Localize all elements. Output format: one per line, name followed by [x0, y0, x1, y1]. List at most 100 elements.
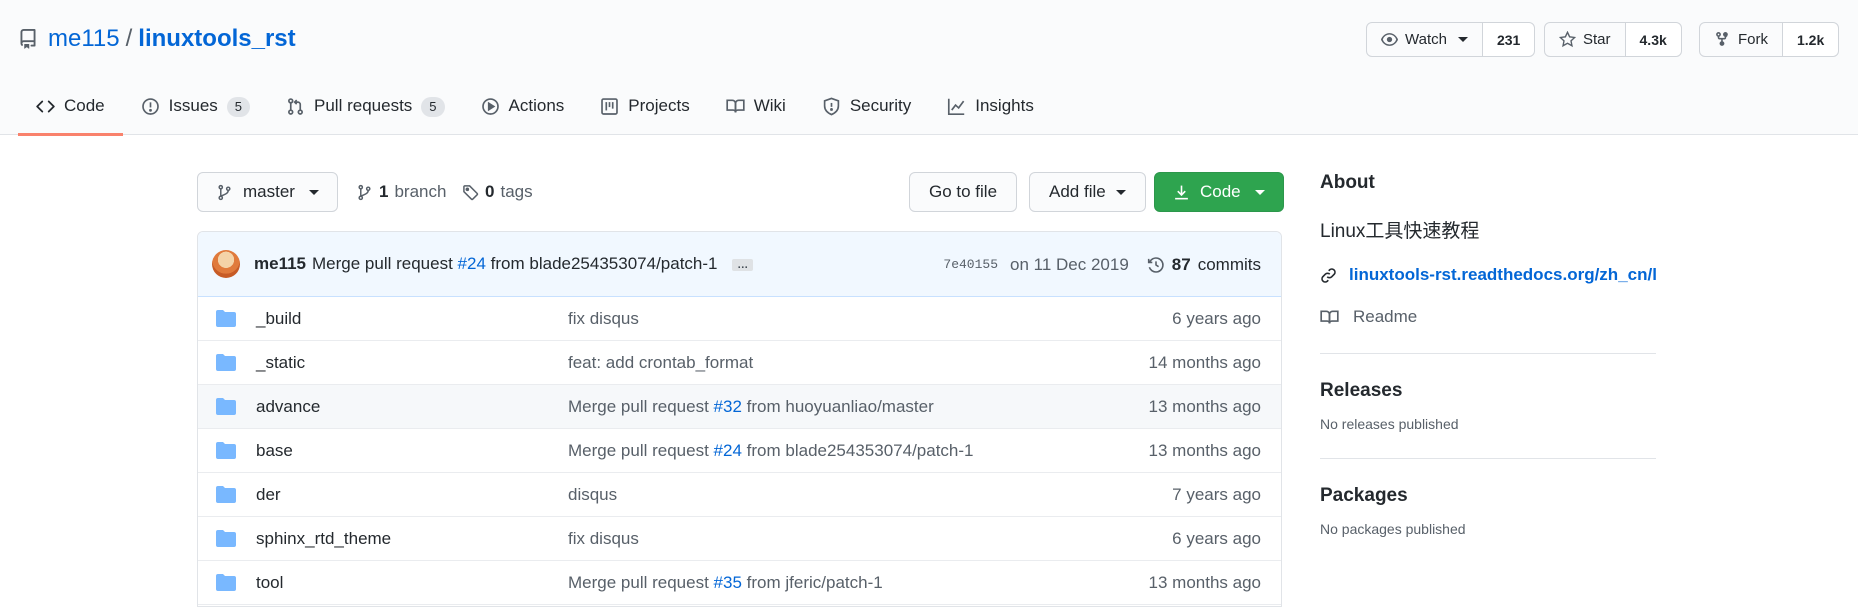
table-row[interactable]: base Merge pull request #24 from blade25… — [198, 429, 1281, 473]
folder-icon — [216, 530, 236, 547]
readme-link[interactable]: Readme — [1320, 307, 1656, 327]
commit-author[interactable]: me115 — [254, 254, 306, 274]
repo-icon — [20, 29, 36, 49]
file-commit-message[interactable]: fix disqus — [568, 309, 639, 329]
add-file-button[interactable]: Add file — [1029, 172, 1146, 212]
file-name[interactable]: base — [256, 441, 293, 461]
tags-link[interactable]: 0 tags — [462, 172, 533, 212]
packages-empty-text: No packages published — [1320, 521, 1466, 537]
issues-count-badge: 5 — [226, 97, 251, 117]
file-name[interactable]: _build — [256, 309, 301, 329]
table-row[interactable]: sphinx_rtd_theme fix disqus 6 years ago — [198, 517, 1281, 561]
tab-pull-requests[interactable]: Pull requests 5 — [268, 84, 463, 135]
table-row[interactable]: tool Merge pull request #35 from jferic/… — [198, 561, 1281, 605]
git-pull-request-icon — [288, 98, 303, 115]
file-commit-message: Merge pull request #35 from jferic/patch… — [568, 573, 883, 593]
branches-link[interactable]: 1 branch — [356, 172, 446, 212]
repo-sidebar: About Linux工具快速教程 linuxtools-rst.readthe… — [1320, 172, 1656, 537]
table-row[interactable]: _static feat: add crontab_format 14 mont… — [198, 341, 1281, 385]
watch-button[interactable]: Watch — [1367, 23, 1482, 56]
commit-pr-link[interactable]: #24 — [458, 254, 486, 273]
repo-title: me115 / linuxtools_rst — [18, 24, 296, 54]
packages-heading[interactable]: Packages — [1320, 485, 1656, 507]
eye-icon — [1381, 33, 1398, 46]
git-branch-icon — [218, 184, 231, 200]
tab-issues[interactable]: Issues 5 — [123, 84, 268, 135]
repo-nav: Code Issues 5 Pull requests 5 Actions Pr… — [18, 84, 1052, 136]
code-button-label: Code — [1200, 182, 1241, 201]
tab-insights[interactable]: Insights — [929, 84, 1052, 135]
repo-forked-icon — [1716, 32, 1728, 46]
homepage-link[interactable]: linuxtools-rst.readthedocs.org/zh_cn/l..… — [1320, 265, 1656, 285]
go-to-file-button[interactable]: Go to file — [909, 172, 1018, 212]
branch-name: master — [243, 182, 295, 201]
tab-label: Code — [64, 96, 105, 115]
about-heading: About — [1320, 172, 1375, 193]
folder-icon — [216, 486, 236, 503]
commit-message-prefix[interactable]: Merge pull request — [312, 254, 453, 273]
tab-code[interactable]: Code — [18, 84, 123, 136]
code-download-button[interactable]: Code — [1154, 172, 1284, 212]
folder-icon — [216, 310, 236, 327]
file-name[interactable]: der — [256, 485, 281, 505]
file-commit-message: Merge pull request #32 from huoyuanliao/… — [568, 397, 934, 417]
file-name[interactable]: _static — [256, 353, 305, 373]
commit-date[interactable]: on 11 Dec 2019 — [1010, 255, 1129, 275]
file-commit-message[interactable]: fix disqus — [568, 529, 639, 549]
commit-meta: 7e40155 on 11 Dec 2019 87 commits — [943, 232, 1261, 297]
file-commit-pr-link[interactable]: #35 — [714, 573, 742, 592]
fork-button[interactable]: Fork — [1700, 23, 1782, 56]
branch-select-button[interactable]: master — [197, 172, 338, 212]
file-commit-message-suffix[interactable]: from blade254353074/patch-1 — [747, 441, 974, 460]
file-age: 13 months ago — [1148, 396, 1261, 416]
watch-count[interactable]: 231 — [1481, 23, 1535, 56]
commit-sha[interactable]: 7e40155 — [943, 257, 998, 272]
tab-actions[interactable]: Actions — [463, 84, 583, 135]
file-commit-message[interactable]: feat: add crontab_format — [568, 353, 753, 373]
folder-icon — [216, 354, 236, 371]
avatar[interactable] — [212, 250, 240, 278]
file-name[interactable]: advance — [256, 397, 320, 417]
fork-group: Fork 1.2k — [1699, 22, 1840, 57]
file-name[interactable]: sphinx_rtd_theme — [256, 529, 391, 549]
sidebar-divider — [1320, 353, 1656, 354]
project-icon — [601, 98, 619, 115]
file-commit-pr-link[interactable]: #32 — [714, 397, 742, 416]
repo-owner-link[interactable]: me115 — [48, 25, 120, 53]
file-commit-message-suffix[interactable]: from jferic/patch-1 — [747, 573, 883, 592]
star-count[interactable]: 4.3k — [1624, 23, 1681, 56]
repo-name-link[interactable]: linuxtools_rst — [138, 25, 295, 53]
file-commit-message-prefix[interactable]: Merge pull request — [568, 441, 709, 460]
folder-icon — [216, 442, 236, 459]
commits-link[interactable]: 87 commits — [1147, 255, 1261, 275]
file-commit-message-prefix[interactable]: Merge pull request — [568, 573, 709, 592]
tab-security[interactable]: Security — [804, 84, 929, 135]
file-commit-pr-link[interactable]: #24 — [714, 441, 742, 460]
commit-message-suffix[interactable]: from blade254353074/patch-1 — [491, 254, 718, 273]
star-button[interactable]: Star — [1545, 23, 1625, 56]
latest-commit-bar: me115 Merge pull request #24 from blade2… — [198, 232, 1281, 297]
fork-label: Fork — [1738, 31, 1768, 48]
fork-count[interactable]: 1.2k — [1782, 23, 1839, 56]
issue-opened-icon — [141, 98, 159, 115]
file-commit-message-prefix[interactable]: Merge pull request — [568, 397, 709, 416]
table-row[interactable]: der disqus 7 years ago — [198, 473, 1281, 517]
table-row[interactable]: _build fix disqus 6 years ago — [198, 297, 1281, 341]
link-icon — [1321, 267, 1336, 283]
go-to-file-label: Go to file — [929, 182, 998, 201]
expand-commit-button[interactable]: … — [732, 258, 754, 271]
file-name[interactable]: tool — [256, 573, 283, 593]
file-list: me115 Merge pull request #24 from blade2… — [197, 231, 1282, 607]
file-age: 6 years ago — [1172, 308, 1261, 328]
tab-projects[interactable]: Projects — [582, 84, 707, 135]
releases-heading[interactable]: Releases — [1320, 380, 1656, 402]
tab-label: Pull requests — [314, 96, 413, 115]
table-row[interactable]: advance Merge pull request #32 from huoy… — [198, 385, 1281, 429]
play-icon — [481, 98, 499, 115]
tab-wiki[interactable]: Wiki — [708, 84, 804, 135]
file-commit-message-suffix[interactable]: from huoyuanliao/master — [747, 397, 934, 416]
file-commit-message[interactable]: disqus — [568, 485, 617, 505]
add-file-label: Add file — [1049, 182, 1106, 201]
file-age: 13 months ago — [1148, 440, 1261, 460]
book-icon — [1320, 309, 1339, 324]
